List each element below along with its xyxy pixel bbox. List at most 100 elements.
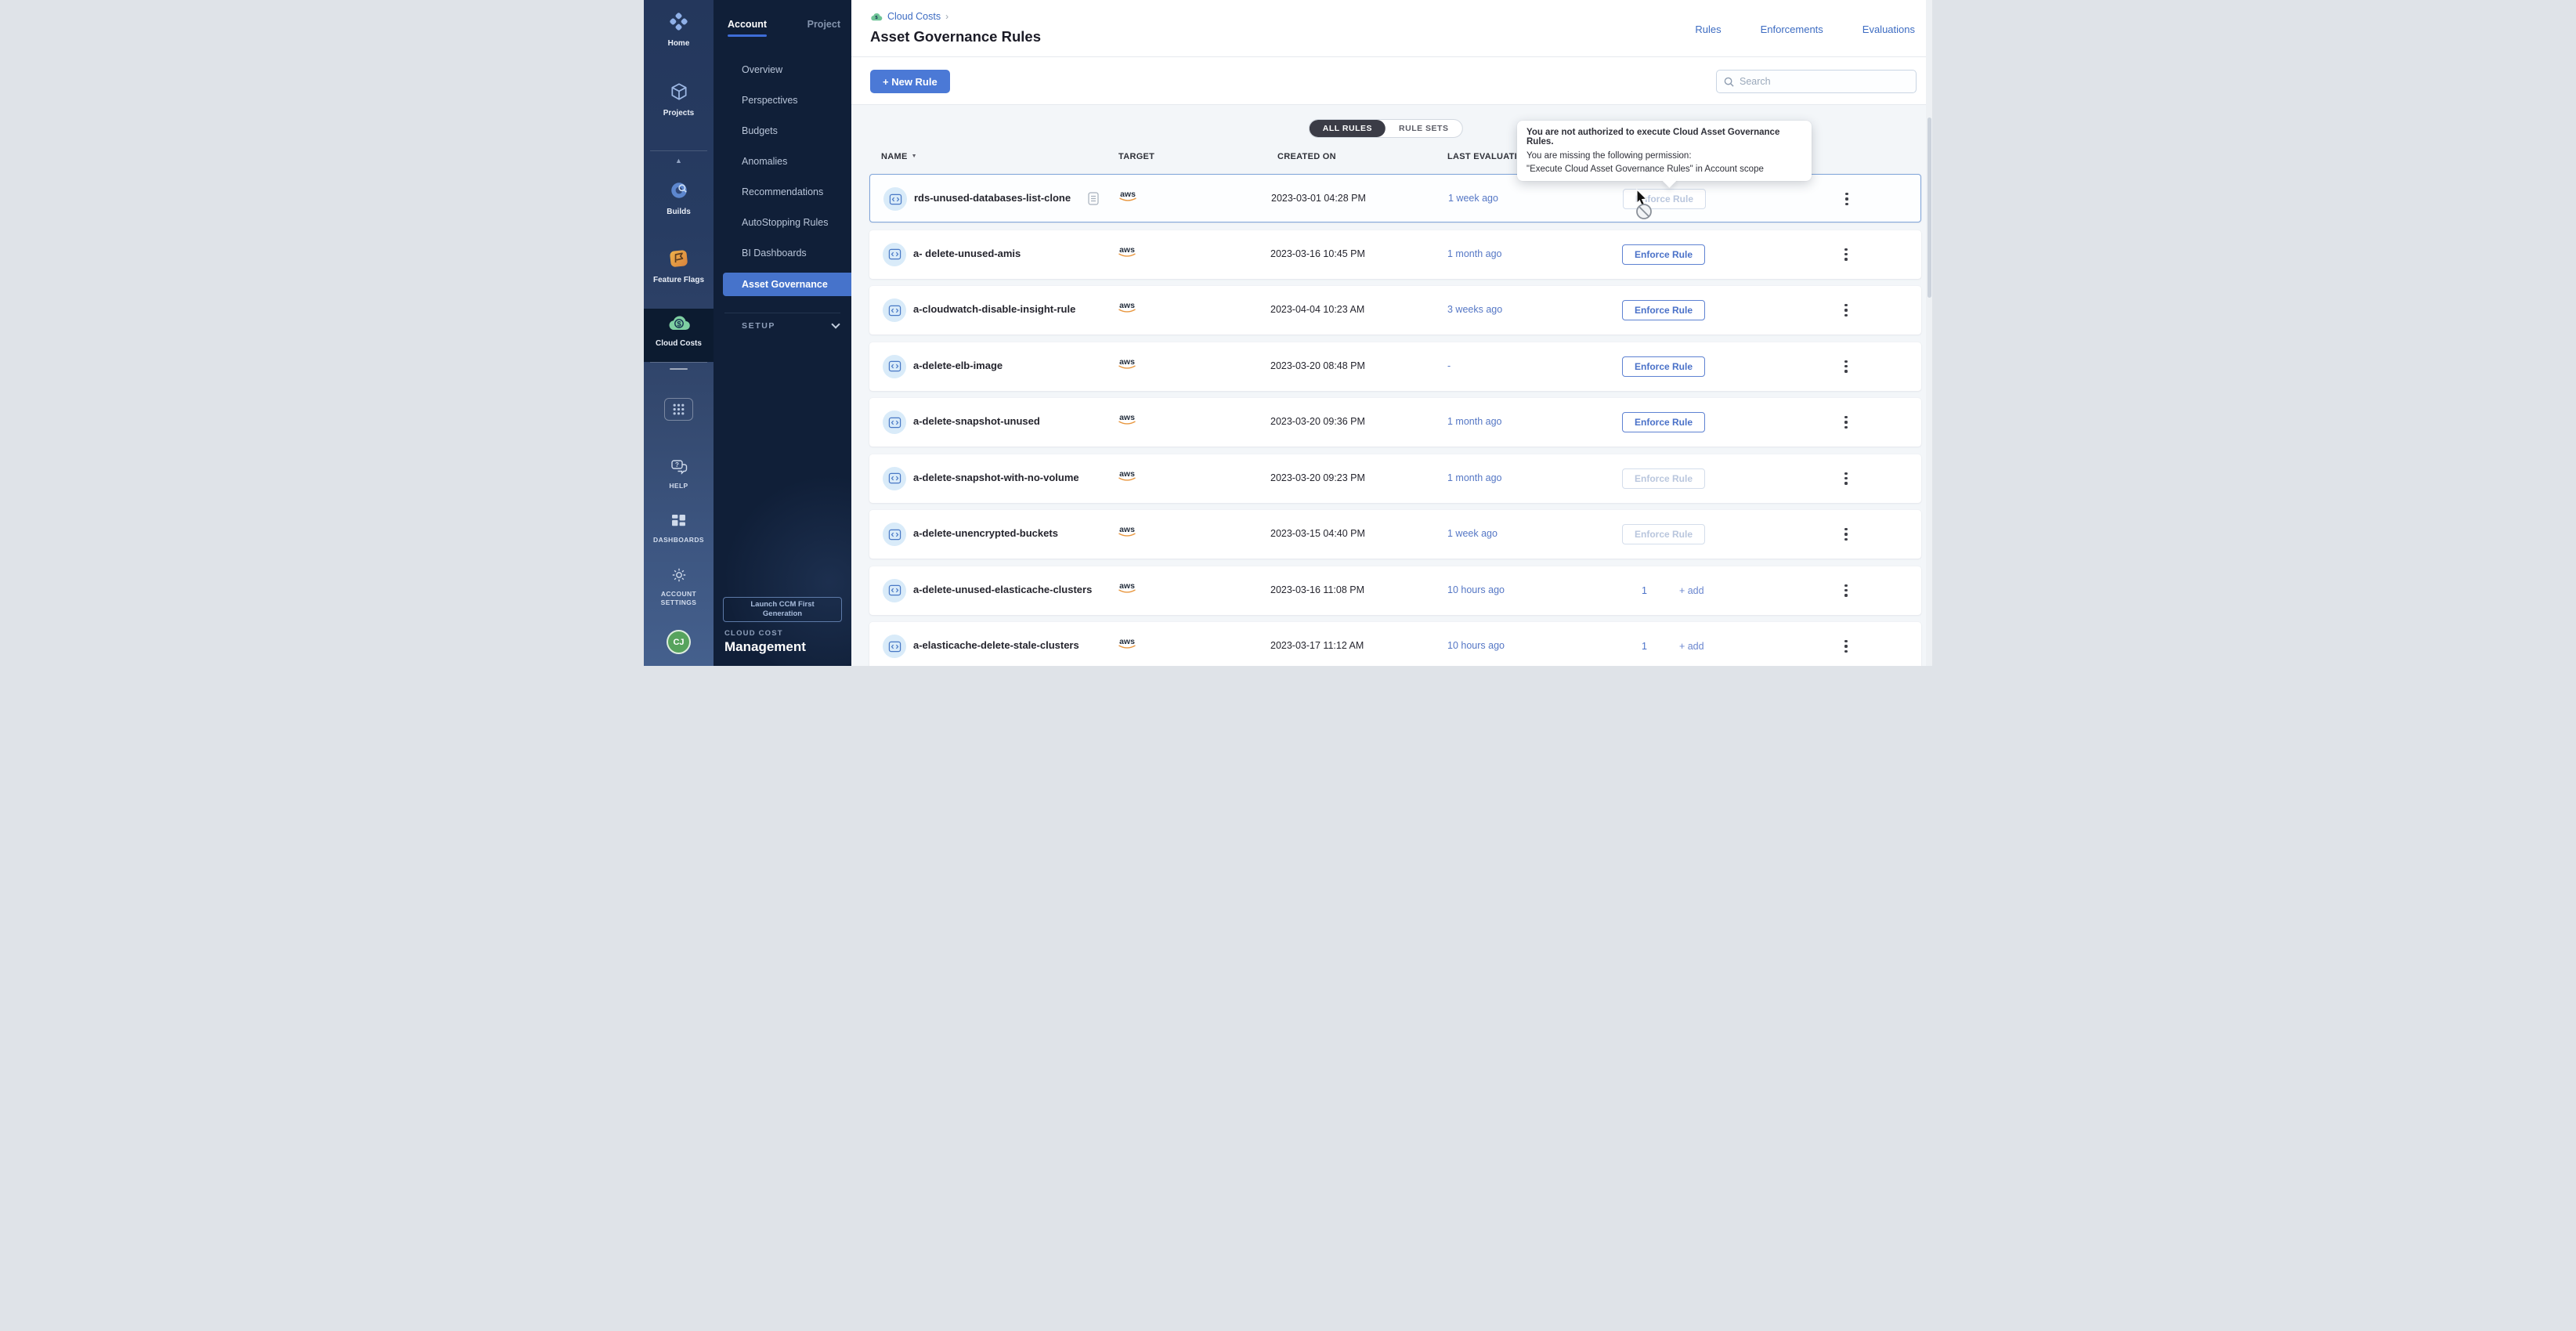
column-header-name[interactable]: NAME▼ [881,152,917,161]
copy-icon[interactable] [1088,192,1099,205]
table-row[interactable]: a-elasticache-delete-stale-clusters aws … [869,622,1921,666]
ccm-nav-item-recommendations[interactable]: Recommendations [714,177,851,208]
kebab-menu-icon[interactable] [1839,638,1853,654]
table-row[interactable]: rds-unused-databases-list-clone aws 2023… [869,174,1921,222]
enforcement-count: 1 [1642,641,1647,652]
scope-tabs: Account Project [728,19,840,37]
enforce-rule-button[interactable]: Enforce Rule [1622,412,1705,432]
user-avatar[interactable]: CJ [667,630,691,654]
kebab-menu-icon[interactable] [1839,247,1853,262]
table-row[interactable]: a-delete-snapshot-unused aws 2023-03-20 … [869,398,1921,447]
tab-account[interactable]: Account [728,19,767,37]
rail-item-account-settings[interactable]: ACCOUNT SETTINGS [644,567,714,607]
last-evaluated-cell[interactable]: 1 week ago [1448,193,1498,204]
kebab-menu-icon[interactable] [1839,414,1853,430]
rail-item-help[interactable]: ? HELP [644,459,714,490]
rail-item-projects[interactable]: Projects [644,81,714,118]
table-row[interactable]: a- delete-unused-amis aws 2023-03-16 10:… [869,230,1921,279]
action-cell: Enforce Rule [1574,412,1754,432]
enforce-rule-button[interactable]: Enforce Rule [1622,244,1705,265]
rule-name[interactable]: rds-unused-databases-list-clone [914,192,1071,204]
rule-name[interactable]: a-delete-snapshot-unused [913,415,1040,427]
enforcements-link[interactable]: Enforcements [1761,24,1823,35]
kebab-menu-icon[interactable] [1839,359,1853,374]
rule-name[interactable]: a-delete-snapshot-with-no-volume [913,472,1079,483]
action-cell: Enforce Rule [1574,300,1754,320]
aws-target-icon: aws [1110,412,1144,430]
toggle-rule-sets[interactable]: RULE SETS [1386,120,1461,137]
created-on-cell: 2023-03-20 08:48 PM [1270,360,1365,371]
tab-project[interactable]: Project [807,19,840,37]
column-header-created-on[interactable]: CREATED ON [1277,152,1336,161]
ccm-nav-item-perspectives[interactable]: Perspectives [714,85,851,116]
module-picker-icon[interactable] [664,398,693,421]
svg-text:aws: aws [1119,245,1135,255]
last-evaluated-cell[interactable]: 1 month ago [1447,416,1502,427]
svg-text:?: ? [675,461,679,468]
table-row[interactable]: a-cloudwatch-disable-insight-rule aws 20… [869,286,1921,335]
enforce-rule-button[interactable]: Enforce Rule [1622,300,1705,320]
rule-name[interactable]: a-delete-unused-elasticache-clusters [913,584,1092,595]
new-rule-button[interactable]: + New Rule [870,70,950,93]
kebab-menu-icon[interactable] [1839,583,1853,599]
rail-label: Feature Flags [644,276,714,284]
toggle-all-rules[interactable]: ALL RULES [1310,120,1386,137]
setup-section-toggle[interactable]: SETUP [742,321,839,331]
last-evaluated-cell[interactable]: 3 weeks ago [1447,304,1502,315]
vertical-scrollbar[interactable] [1926,0,1932,666]
table-row[interactable]: a-delete-elb-image aws 2023-03-20 08:48 … [869,342,1921,391]
last-evaluated-cell[interactable]: 1 week ago [1447,528,1498,539]
setup-label: SETUP [742,321,775,331]
table-row[interactable]: a-delete-unencrypted-buckets aws 2023-03… [869,510,1921,559]
rail-item-cloud-costs[interactable]: $ Cloud Costs [644,313,714,348]
kebab-menu-icon[interactable] [1839,302,1853,318]
action-cell: 1+ add [1574,581,1754,601]
rail-item-feature-flags[interactable]: Feature Flags [644,248,714,284]
table-row[interactable]: a-delete-unused-elasticache-clusters aws… [869,566,1921,615]
rule-name[interactable]: a- delete-unused-amis [913,248,1021,259]
ccm-nav-item-autostopping-rules[interactable]: AutoStopping Rules [714,208,851,238]
last-evaluated-cell[interactable]: 10 hours ago [1447,584,1505,595]
scrollbar-thumb[interactable] [1927,118,1931,298]
page-header: $ Cloud Costs › Asset Governance Rules R… [851,0,1932,57]
add-enforcement-link[interactable]: + add [1679,641,1704,652]
rule-name[interactable]: a-elasticache-delete-stale-clusters [913,639,1079,651]
harness-logo-icon [668,22,689,35]
kebab-menu-icon[interactable] [1839,526,1853,542]
rule-name[interactable]: a-delete-unencrypted-buckets [913,527,1058,539]
aws-target-icon: aws [1110,356,1144,374]
evaluations-link[interactable]: Evaluations [1862,24,1915,35]
ccm-nav-item-asset-governance[interactable]: Asset Governance [723,273,851,296]
action-cell: Enforce Rule [1574,244,1754,265]
aws-target-icon: aws [1110,636,1144,654]
rule-name[interactable]: a-delete-elb-image [913,360,1003,371]
rule-name[interactable]: a-cloudwatch-disable-insight-rule [913,303,1075,315]
last-evaluated-cell[interactable]: - [1447,360,1451,371]
rail-item-dashboards[interactable]: DASHBOARDS [644,514,714,544]
breadcrumb-cloud-costs-link[interactable]: Cloud Costs [887,11,941,22]
enforce-rule-button[interactable]: Enforce Rule [1622,524,1705,544]
ccm-nav-item-budgets[interactable]: Budgets [714,116,851,146]
enforce-rule-button[interactable]: Enforce Rule [1622,468,1705,489]
rules-link[interactable]: Rules [1695,24,1721,35]
rail-item-builds[interactable]: Builds [644,180,714,216]
aws-target-icon: aws [1110,468,1144,486]
launch-ccm-first-gen-button[interactable]: Launch CCM First Generation [723,597,842,622]
enforce-rule-button[interactable]: Enforce Rule [1622,356,1705,377]
add-enforcement-link[interactable]: + add [1679,585,1704,596]
column-header-target[interactable]: TARGET [1118,152,1154,161]
ccm-nav-item-overview[interactable]: Overview [714,55,851,85]
rail-drag-handle[interactable] [670,368,688,370]
search-input[interactable] [1740,76,1909,87]
last-evaluated-cell[interactable]: 10 hours ago [1447,640,1505,651]
enforce-rule-button[interactable]: Enforce Rule [1623,189,1706,209]
rail-item-home[interactable]: Home [644,11,714,48]
ccm-nav-item-anomalies[interactable]: Anomalies [714,146,851,177]
kebab-menu-icon[interactable] [1839,471,1853,486]
collapse-rail-icon[interactable]: ▲ [644,157,714,165]
table-row[interactable]: a-delete-snapshot-with-no-volume aws 202… [869,454,1921,503]
last-evaluated-cell[interactable]: 1 month ago [1447,472,1502,483]
ccm-nav-item-bi-dashboards[interactable]: BI Dashboards [714,238,851,269]
kebab-menu-icon[interactable] [1840,191,1854,207]
last-evaluated-cell[interactable]: 1 month ago [1447,248,1502,259]
